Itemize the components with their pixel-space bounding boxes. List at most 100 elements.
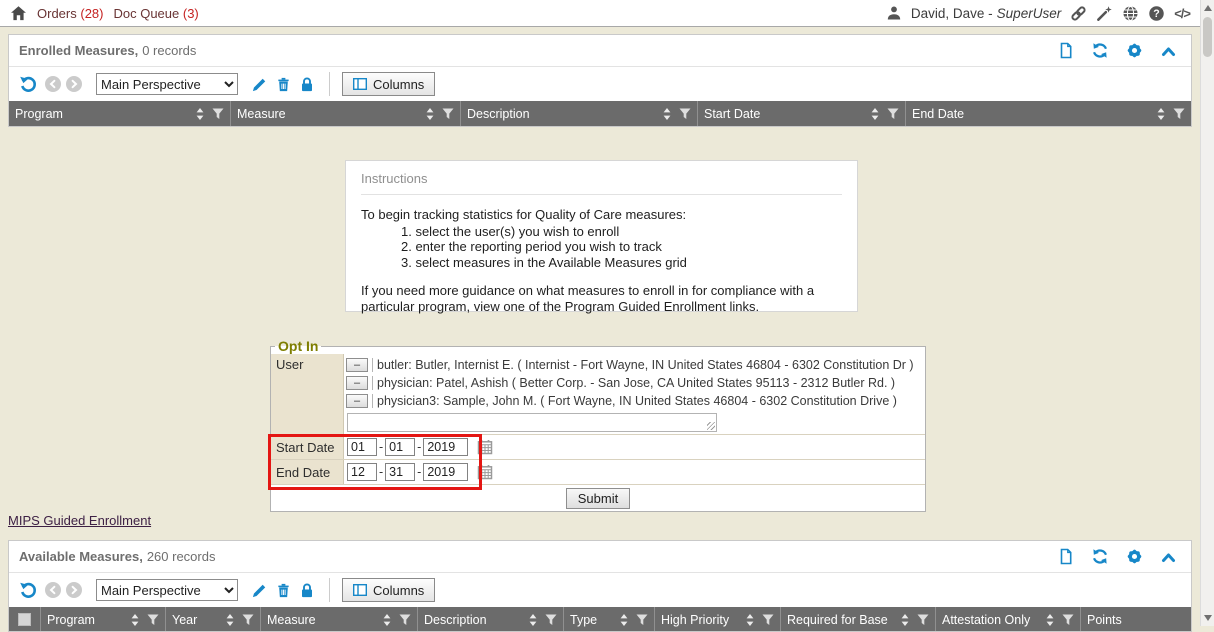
wand-icon[interactable] — [1096, 5, 1113, 22]
link-icon[interactable] — [1070, 5, 1087, 22]
filter-icon[interactable] — [442, 108, 454, 120]
filter-icon[interactable] — [242, 614, 254, 626]
new-document-icon[interactable] — [1058, 548, 1074, 565]
sort-icon[interactable] — [529, 614, 537, 626]
edit-perspective-icon[interactable] — [251, 582, 268, 599]
filter-icon[interactable] — [917, 614, 929, 626]
scrollbar-thumb[interactable] — [1203, 17, 1212, 57]
settings-gear-icon[interactable] — [1126, 548, 1143, 565]
delete-perspective-icon[interactable] — [276, 76, 291, 93]
globe-icon[interactable] — [1122, 5, 1139, 22]
nav-doc-queue[interactable]: Doc Queue (3) — [113, 6, 198, 21]
column-header-points[interactable]: Points — [1081, 607, 1191, 632]
filter-icon[interactable] — [212, 108, 224, 120]
sort-icon[interactable] — [620, 614, 628, 626]
filter-icon[interactable] — [636, 614, 648, 626]
selected-user-row: – physician3: Sample, John M. ( Fort Way… — [346, 392, 921, 410]
sort-icon[interactable] — [196, 108, 204, 120]
column-header-high-priority[interactable]: High Priority — [655, 607, 781, 632]
sort-icon[interactable] — [1157, 108, 1165, 120]
remove-user-button[interactable]: – — [346, 358, 368, 372]
sort-icon[interactable] — [226, 614, 234, 626]
column-header-attestation-only[interactable]: Attestation Only — [936, 607, 1081, 632]
scroll-up-icon[interactable] — [1204, 5, 1212, 11]
undo-icon[interactable] — [19, 75, 38, 93]
sort-icon[interactable] — [746, 614, 754, 626]
refresh-icon[interactable] — [1091, 548, 1109, 565]
selected-user-text: physician: Patel, Ashish ( Better Corp. … — [372, 376, 895, 390]
sort-icon[interactable] — [383, 614, 391, 626]
collapse-panel-icon[interactable] — [1160, 550, 1177, 564]
column-header-end-date[interactable]: End Date — [906, 101, 1191, 126]
collapse-panel-icon[interactable] — [1160, 44, 1177, 58]
column-header-description[interactable]: Description — [461, 101, 698, 126]
undo-icon[interactable] — [19, 581, 38, 599]
edit-perspective-icon[interactable] — [251, 76, 268, 93]
columns-button[interactable]: Columns — [342, 72, 435, 96]
filter-icon[interactable] — [545, 614, 557, 626]
sort-icon[interactable] — [663, 108, 671, 120]
filter-icon[interactable] — [679, 108, 691, 120]
select-all-checkbox[interactable] — [18, 613, 31, 626]
calendar-icon[interactable] — [477, 439, 493, 455]
selected-user-row: – physician: Patel, Ashish ( Better Corp… — [346, 374, 921, 392]
end-date-day-input[interactable] — [385, 463, 415, 481]
nav-orders[interactable]: Orders (28) — [37, 6, 103, 21]
sort-icon[interactable] — [1046, 614, 1054, 626]
filter-icon[interactable] — [1062, 614, 1074, 626]
column-header-description[interactable]: Description — [418, 607, 564, 632]
column-header-required-for-base[interactable]: Required for Base — [781, 607, 936, 632]
remove-user-button[interactable]: – — [346, 376, 368, 390]
start-date-day-input[interactable] — [385, 438, 415, 456]
lock-perspective-icon[interactable] — [299, 76, 315, 93]
columns-button[interactable]: Columns — [342, 578, 435, 602]
user-search-input[interactable] — [347, 413, 717, 432]
column-header-program[interactable]: Program — [41, 607, 166, 632]
code-icon[interactable]: </> — [1174, 6, 1190, 21]
sort-icon[interactable] — [871, 108, 879, 120]
page-scrollbar[interactable] — [1200, 0, 1214, 626]
filter-icon[interactable] — [147, 614, 159, 626]
column-header-program[interactable]: Program — [9, 101, 231, 126]
filter-icon[interactable] — [887, 108, 899, 120]
end-date-year-input[interactable] — [423, 463, 468, 481]
column-header-measure[interactable]: Measure — [231, 101, 461, 126]
calendar-icon[interactable] — [477, 464, 493, 480]
sort-icon[interactable] — [426, 108, 434, 120]
new-document-icon[interactable] — [1058, 42, 1074, 59]
columns-icon — [353, 584, 367, 596]
perspective-select[interactable]: Main Perspective — [96, 73, 238, 95]
remove-user-button[interactable]: – — [346, 394, 368, 408]
column-header-year[interactable]: Year — [166, 607, 261, 632]
lock-perspective-icon[interactable] — [299, 582, 315, 599]
start-date-month-input[interactable] — [347, 438, 377, 456]
user-search-wrap — [347, 413, 717, 432]
filter-icon[interactable] — [1173, 108, 1185, 120]
svg-text:?: ? — [1153, 8, 1159, 20]
end-date-month-input[interactable] — [347, 463, 377, 481]
sort-icon[interactable] — [131, 614, 139, 626]
submit-button[interactable]: Submit — [566, 488, 630, 509]
column-header-measure[interactable]: Measure — [261, 607, 418, 632]
next-perspective-icon[interactable] — [66, 582, 82, 598]
help-icon[interactable]: ? — [1148, 5, 1165, 22]
home-icon[interactable] — [10, 5, 27, 22]
column-header-type[interactable]: Type — [564, 607, 655, 632]
start-date-year-input[interactable] — [423, 438, 468, 456]
settings-gear-icon[interactable] — [1126, 42, 1143, 59]
perspective-select[interactable]: Main Perspective — [96, 579, 238, 601]
refresh-icon[interactable] — [1091, 42, 1109, 59]
date-dash: - — [417, 465, 421, 479]
column-header-start-date[interactable]: Start Date — [698, 101, 906, 126]
prev-perspective-icon[interactable] — [45, 582, 61, 598]
delete-perspective-icon[interactable] — [276, 582, 291, 599]
next-perspective-icon[interactable] — [66, 76, 82, 92]
filter-icon[interactable] — [762, 614, 774, 626]
filter-icon[interactable] — [399, 614, 411, 626]
mips-guided-enrollment-link[interactable]: MIPS Guided Enrollment — [8, 513, 151, 528]
instruction-step: 3. select measures in the Available Meas… — [401, 255, 842, 271]
sort-icon[interactable] — [901, 614, 909, 626]
scroll-down-icon[interactable] — [1204, 615, 1212, 621]
prev-perspective-icon[interactable] — [45, 76, 61, 92]
user-role: SuperUser — [997, 6, 1062, 21]
